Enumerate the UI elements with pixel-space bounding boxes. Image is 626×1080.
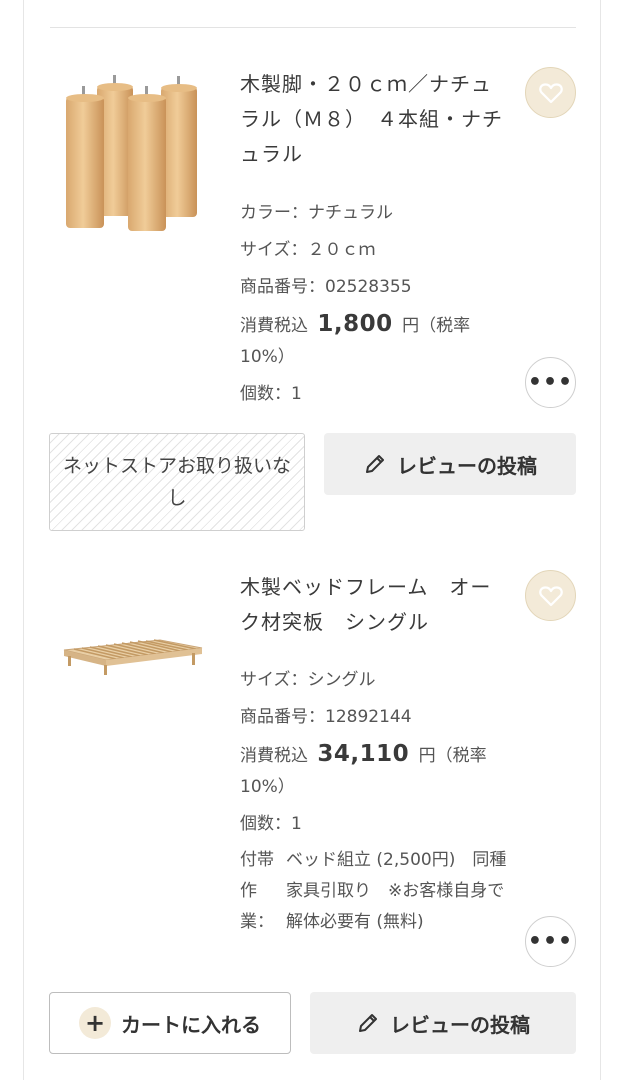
product-quantity: 個数：1	[240, 814, 302, 834]
more-icon: •••	[527, 929, 574, 954]
price-label: 消費税込	[240, 746, 308, 766]
favorite-button[interactable]	[525, 67, 576, 118]
review-label: レビューの投稿	[390, 1012, 530, 1037]
more-icon: •••	[527, 370, 574, 395]
product-size: サイズ：２０ｃｍ	[240, 240, 376, 260]
product-image-wood-legs[interactable]	[60, 70, 206, 235]
more-options-button[interactable]: •••	[525, 916, 576, 967]
wood-legs-illustration	[66, 75, 197, 231]
product-quantity: 個数：1	[240, 384, 302, 404]
add-to-cart-button[interactable]: + カートに入れる	[49, 992, 291, 1054]
heart-icon	[538, 585, 563, 606]
write-review-button[interactable]: レビューの投稿	[324, 433, 576, 495]
product-details: カラー：ナチュラル サイズ：２０ｃｍ 商品番号：02528355 消費税込 1,…	[240, 198, 510, 416]
price-value: 1,800	[317, 311, 393, 337]
review-label: レビューの投稿	[397, 453, 537, 478]
service-text: ベッド組立 (2,500円) 同種家具引取り ※お客様自身で解体必要有 (無料)	[286, 850, 507, 932]
more-options-button[interactable]: •••	[525, 357, 576, 408]
pencil-icon	[359, 1014, 377, 1032]
product-color: カラー：ナチュラル	[240, 203, 393, 223]
pencil-icon	[366, 455, 384, 473]
price-label: 消費税込	[240, 316, 308, 336]
frame-border-left	[23, 0, 24, 1080]
product-details: サイズ：シングル 商品番号：12892144 消費税込 34,110 円（税率1…	[240, 665, 510, 846]
plus-icon: +	[79, 1007, 111, 1039]
product-price: 消費税込 1,800 円（税率10%）	[240, 309, 510, 373]
product-number: 商品番号：12892144	[240, 707, 412, 727]
additional-service: 付帯作業： ベッド組立 (2,500円) 同種家具引取り ※お客様自身で解体必要…	[240, 845, 515, 970]
frame-border-right	[600, 0, 601, 1080]
cart-label: カートに入れる	[121, 1012, 261, 1037]
favorite-button[interactable]	[525, 570, 576, 621]
bed-frame-illustration	[63, 639, 203, 675]
netstore-unavailable-badge: ネットストアお取り扱いなし	[49, 433, 305, 531]
product-price: 消費税込 34,110 円（税率10%）	[240, 739, 510, 803]
product-image-bed-frame[interactable]	[60, 622, 206, 682]
heart-icon	[538, 82, 563, 103]
product-size: サイズ：シングル	[240, 670, 376, 690]
unavailable-label: ネットストアお取り扱いなし	[62, 455, 291, 509]
write-review-button[interactable]: レビューの投稿	[310, 992, 576, 1054]
service-label: 付帯作業：	[240, 850, 274, 932]
product-title[interactable]: 木製脚・２０ｃｍ／ナチュラル（Ｍ８） ４本組・ナチュラル	[240, 67, 510, 172]
price-value: 34,110	[317, 741, 410, 767]
product-number: 商品番号：02528355	[240, 277, 412, 297]
section-divider	[50, 27, 576, 28]
product-title[interactable]: 木製ベッドフレーム オーク材突板 シングル	[240, 570, 510, 640]
